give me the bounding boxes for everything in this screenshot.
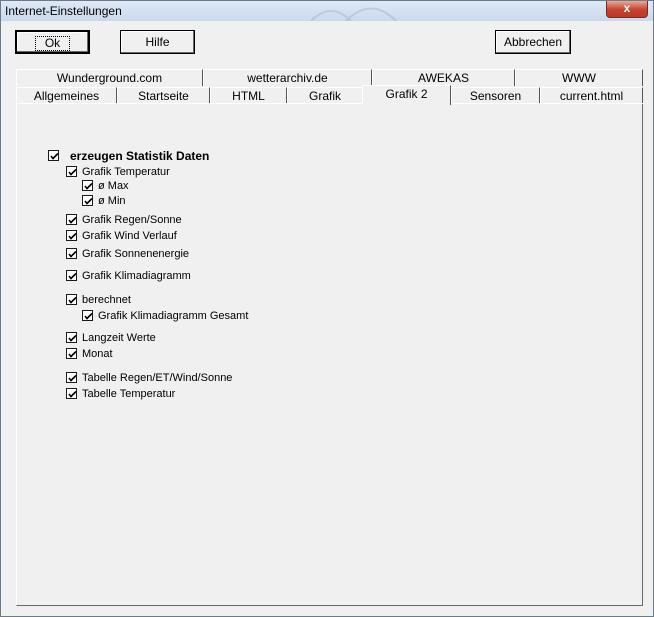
tab-awekas[interactable]: AWEKAS — [372, 69, 515, 86]
checkmark-icon — [84, 182, 93, 190]
checkbox-label: ø Max — [98, 180, 129, 192]
checkmark-icon — [68, 232, 77, 240]
checkbox-box[interactable] — [82, 310, 93, 321]
checkbox-label: Grafik Regen/Sonne — [82, 214, 182, 226]
checkbox-label: ø Min — [98, 195, 126, 207]
checkbox-box[interactable] — [66, 332, 77, 343]
checkmark-icon — [68, 168, 77, 176]
checkbox-box[interactable] — [82, 195, 93, 206]
checkbox-box[interactable] — [66, 372, 77, 383]
tab-grafik[interactable]: Grafik — [287, 87, 363, 104]
tab-current-html[interactable]: current.html — [540, 87, 643, 104]
checkmark-icon — [68, 272, 77, 280]
tab-www[interactable]: WWW — [515, 69, 643, 86]
checkbox-box[interactable] — [66, 388, 77, 399]
checkbox-label: Grafik Temperatur — [82, 166, 170, 178]
dialog-window: Internet-Einstellungen x Ok Hilfe Abbrec… — [0, 0, 654, 617]
tab-label: Wunderground.com — [56, 71, 163, 85]
title-bar[interactable]: Internet-Einstellungen x — [1, 1, 653, 21]
checkbox-box[interactable] — [66, 214, 77, 225]
tab-sensoren[interactable]: Sensoren — [451, 87, 540, 104]
checkmark-icon — [68, 334, 77, 342]
tab-label: Startseite — [138, 89, 189, 103]
titlebar-decoration — [310, 7, 397, 21]
tab-divider — [16, 103, 643, 104]
checkbox-box[interactable] — [82, 180, 93, 191]
tab-html[interactable]: HTML — [210, 87, 287, 104]
checkmark-icon — [50, 152, 59, 160]
checkbox-box[interactable] — [66, 166, 77, 177]
checkmark-icon — [68, 350, 77, 358]
tab-label: HTML — [232, 89, 265, 103]
close-button[interactable]: x — [606, 1, 648, 18]
tab-label: Allgemeines — [33, 89, 100, 103]
tab-label: Grafik — [308, 89, 341, 103]
checkmark-icon — [68, 390, 77, 398]
checkbox-label: Grafik Klimadiagramm Gesamt — [98, 310, 249, 322]
checkmark-icon — [68, 296, 77, 304]
checkbox-label: Monat — [82, 348, 113, 360]
tab-wunderground[interactable]: Wunderground.com — [16, 69, 203, 86]
checkmark-icon — [84, 197, 93, 205]
cancel-button[interactable]: Abbrechen — [495, 30, 571, 54]
tab-grafik-2[interactable]: Grafik 2 — [362, 85, 451, 105]
checkbox-label: Grafik Wind Verlauf — [82, 230, 177, 242]
checkbox-label: Grafik Klimadiagramm — [82, 270, 191, 282]
checkbox-box[interactable] — [48, 150, 59, 161]
tab-label: current.html — [559, 89, 624, 103]
ok-button[interactable]: Ok — [15, 30, 90, 54]
help-button-label: Hilfe — [145, 35, 170, 49]
tab-label: Sensoren — [469, 89, 522, 103]
tab-label: Grafik 2 — [385, 87, 428, 101]
tab-label: WWW — [562, 71, 596, 85]
checkbox-box[interactable] — [66, 248, 77, 259]
checkmark-icon — [68, 374, 77, 382]
window-title: Internet-Einstellungen — [5, 4, 122, 18]
tab-label: AWEKAS — [418, 71, 469, 85]
checkbox-label: Langzeit Werte — [82, 332, 156, 344]
tab-startseite[interactable]: Startseite — [117, 87, 210, 104]
cancel-button-label: Abbrechen — [503, 35, 563, 49]
close-icon: x — [623, 1, 631, 15]
tab-label: wetterarchiv.de — [247, 71, 328, 85]
checkmark-icon — [84, 312, 93, 320]
tab-wetterarchiv[interactable]: wetterarchiv.de — [203, 69, 372, 86]
checkbox-box[interactable] — [66, 348, 77, 359]
checkbox-label: erzeugen Statistik Daten — [70, 149, 210, 163]
checkmark-icon — [68, 216, 77, 224]
help-button[interactable]: Hilfe — [120, 30, 195, 54]
checkmark-icon — [68, 250, 77, 258]
ok-button-label: Ok — [34, 36, 71, 51]
checkbox-label: berechnet — [82, 294, 131, 306]
checkbox-box[interactable] — [66, 294, 77, 305]
checkbox-box[interactable] — [66, 230, 77, 241]
checkbox-label: Tabelle Temperatur — [82, 388, 176, 400]
checkbox-label: Grafik Sonnenenergie — [82, 248, 190, 260]
tab-allgemeines[interactable]: Allgemeines — [16, 87, 117, 104]
checkbox-label: Tabelle Regen/ET/Wind/Sonne — [82, 372, 233, 384]
checkbox-box[interactable] — [66, 270, 77, 281]
